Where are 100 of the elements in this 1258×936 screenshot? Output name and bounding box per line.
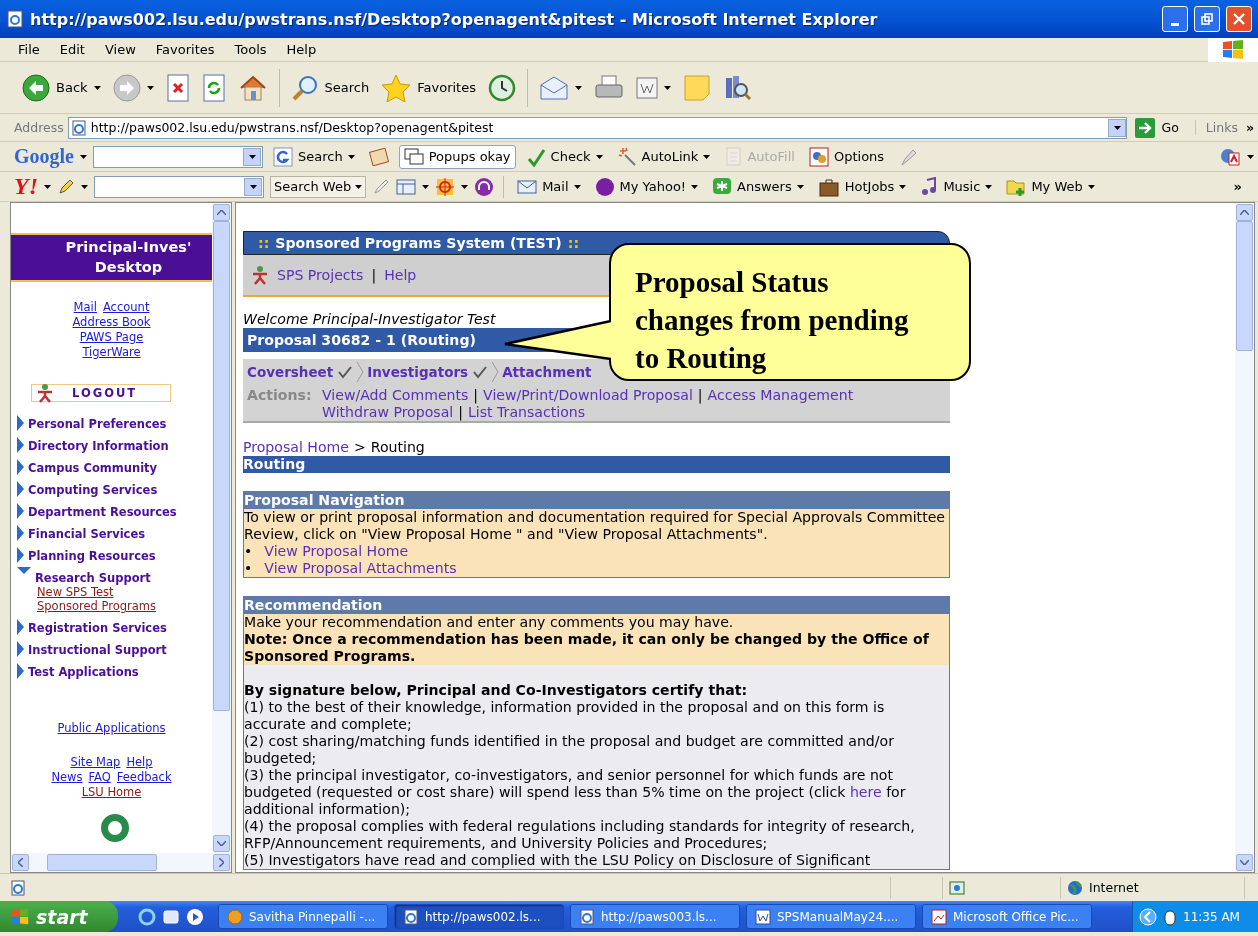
logout-button[interactable]: LOGOUT xyxy=(31,384,171,402)
menu-item[interactable]: View xyxy=(94,42,146,57)
search-button[interactable]: Search xyxy=(286,67,374,108)
nav-item[interactable]: Registration Services xyxy=(11,613,212,635)
link[interactable]: Address Book xyxy=(72,315,151,330)
horizontal-scrollbar[interactable] xyxy=(11,853,231,872)
autolink-button[interactable]: AutoLink xyxy=(612,146,715,167)
nav-item[interactable]: Computing Services xyxy=(11,475,212,497)
dropdown-button[interactable] xyxy=(243,147,261,166)
restore-button[interactable] xyxy=(1194,6,1220,32)
menu-item[interactable]: Edit xyxy=(49,42,95,57)
start-button[interactable]: start xyxy=(0,901,118,932)
browser-icon[interactable] xyxy=(138,907,156,926)
link[interactable]: Sponsored Programs xyxy=(37,599,156,613)
tab[interactable]: Attachment xyxy=(502,363,592,381)
nav-item[interactable]: Research Support xyxy=(11,563,212,585)
tab[interactable]: Investigators xyxy=(367,363,489,381)
link[interactable]: PAWS Page xyxy=(79,330,144,345)
scroll-left-button[interactable] xyxy=(12,854,29,871)
link[interactable]: View Proposal Attachments xyxy=(264,560,457,577)
link[interactable]: FAQ xyxy=(88,770,111,785)
tab[interactable]: Coversheet xyxy=(247,363,354,381)
yahoo-search-field[interactable] xyxy=(94,175,264,198)
certification-item: (5) Investigators have read and complied with the LSU Policy on Disclosure of Significant xyxy=(244,852,872,869)
link[interactable]: here xyxy=(849,784,882,800)
popups-button[interactable]: Popups okay xyxy=(398,144,516,169)
desktop-icon[interactable] xyxy=(162,907,180,926)
nav-item[interactable]: Financial Services xyxy=(11,519,212,541)
scroll-down-button[interactable] xyxy=(213,835,230,852)
link[interactable]: View/Add Comments xyxy=(322,387,469,404)
link[interactable]: News xyxy=(51,770,83,785)
vertical-scrollbar[interactable] xyxy=(1235,203,1254,872)
search-button[interactable]: Search xyxy=(269,146,359,167)
scroll-up-button[interactable] xyxy=(213,204,230,221)
link[interactable]: Site Map xyxy=(70,755,121,770)
taskbar-button[interactable]: SPSManualMay24.... xyxy=(746,904,916,929)
go-button[interactable]: Go xyxy=(1131,117,1191,138)
nav-item[interactable]: Personal Preferences xyxy=(11,409,212,431)
nav-item[interactable]: Department Resources xyxy=(11,497,212,519)
check-button[interactable]: Check xyxy=(521,146,607,167)
google-logo[interactable]: Google xyxy=(14,145,74,168)
chevron-left-icon[interactable] xyxy=(1139,907,1157,926)
more-button[interactable]: » xyxy=(1233,179,1258,194)
music-button[interactable]: Music xyxy=(916,176,997,197)
link[interactable]: View Proposal Home xyxy=(264,543,409,560)
search-web-button[interactable]: Search Web xyxy=(270,175,367,198)
links-button[interactable]: Links » xyxy=(1194,120,1258,135)
link[interactable]: List Transactions xyxy=(467,404,586,421)
nav-item[interactable]: Instructional Support xyxy=(11,635,212,657)
link[interactable]: Mail xyxy=(73,300,97,315)
scrollbar-thumb[interactable] xyxy=(1236,221,1253,351)
taskbar-button[interactable]: Savitha Pinnepalli -... xyxy=(218,904,388,929)
dropdown-button[interactable] xyxy=(1108,118,1127,137)
link[interactable]: Account xyxy=(102,300,150,315)
mail-button[interactable]: Mail xyxy=(513,179,585,194)
link[interactable]: Access Management xyxy=(707,387,854,404)
options-button[interactable]: Options xyxy=(804,146,889,167)
menu-item[interactable]: Help xyxy=(276,42,327,57)
nav-item[interactable]: Campus Community xyxy=(11,453,212,475)
caret-icon xyxy=(691,184,699,189)
taskbar-button[interactable]: http://paws002.ls... xyxy=(394,904,564,929)
link[interactable]: Feedback xyxy=(116,770,172,785)
scrollbar-thumb[interactable] xyxy=(47,854,157,871)
menu-item[interactable]: Tools xyxy=(224,42,277,57)
menu-item[interactable]: Favorites xyxy=(145,42,225,57)
scrollbar-thumb[interactable] xyxy=(213,221,230,711)
link[interactable]: Help xyxy=(384,266,417,284)
back-button[interactable]: Back xyxy=(18,67,105,108)
taskbar-button[interactable]: http://paws003.ls... xyxy=(570,904,740,929)
myyahoo-button[interactable]: My Yahoo! xyxy=(590,176,703,197)
yahoo-logo[interactable]: Y! xyxy=(14,173,38,200)
link[interactable]: Withdraw Proposal xyxy=(322,404,454,421)
google-search-field[interactable] xyxy=(93,145,263,168)
mouse-icon[interactable] xyxy=(1163,907,1177,926)
link[interactable]: TigerWare xyxy=(82,345,141,360)
scroll-down-button[interactable] xyxy=(1236,854,1253,871)
link[interactable]: SPS Projects xyxy=(277,266,364,284)
nav-item[interactable]: Test Applications xyxy=(11,657,212,679)
link[interactable]: View/Print/Download Proposal xyxy=(483,387,693,404)
taskbar-button[interactable]: Microsoft Office Pic... xyxy=(922,904,1092,929)
link[interactable]: LSU Home xyxy=(81,785,142,800)
scroll-up-button[interactable] xyxy=(1236,204,1253,221)
minimize-button[interactable] xyxy=(1162,6,1188,32)
link[interactable]: New SPS Test xyxy=(37,585,114,599)
nav-item[interactable]: Planning Resources xyxy=(11,541,212,563)
menu-item[interactable]: File xyxy=(8,42,50,57)
close-button[interactable] xyxy=(1226,6,1252,32)
media-player-icon[interactable] xyxy=(186,907,204,926)
favorites-button[interactable]: Favorites xyxy=(377,67,480,108)
link[interactable]: Help xyxy=(126,755,153,770)
myweb-button[interactable]: My Web xyxy=(1002,176,1099,197)
scroll-right-button[interactable] xyxy=(213,854,230,871)
vertical-scrollbar[interactable] xyxy=(212,203,231,853)
dropdown-button[interactable] xyxy=(244,177,262,196)
hotjobs-button[interactable]: HotJobs xyxy=(813,176,911,197)
answers-button[interactable]: Answers xyxy=(708,176,808,197)
link[interactable]: Proposal Home xyxy=(243,439,349,456)
link[interactable]: Public Applications xyxy=(57,721,166,735)
nav-item[interactable]: Directory Information xyxy=(11,431,212,453)
address-field[interactable]: http://paws002.lsu.edu/pwstrans.nsf/Desktop?openagent&pitest xyxy=(67,116,1128,139)
